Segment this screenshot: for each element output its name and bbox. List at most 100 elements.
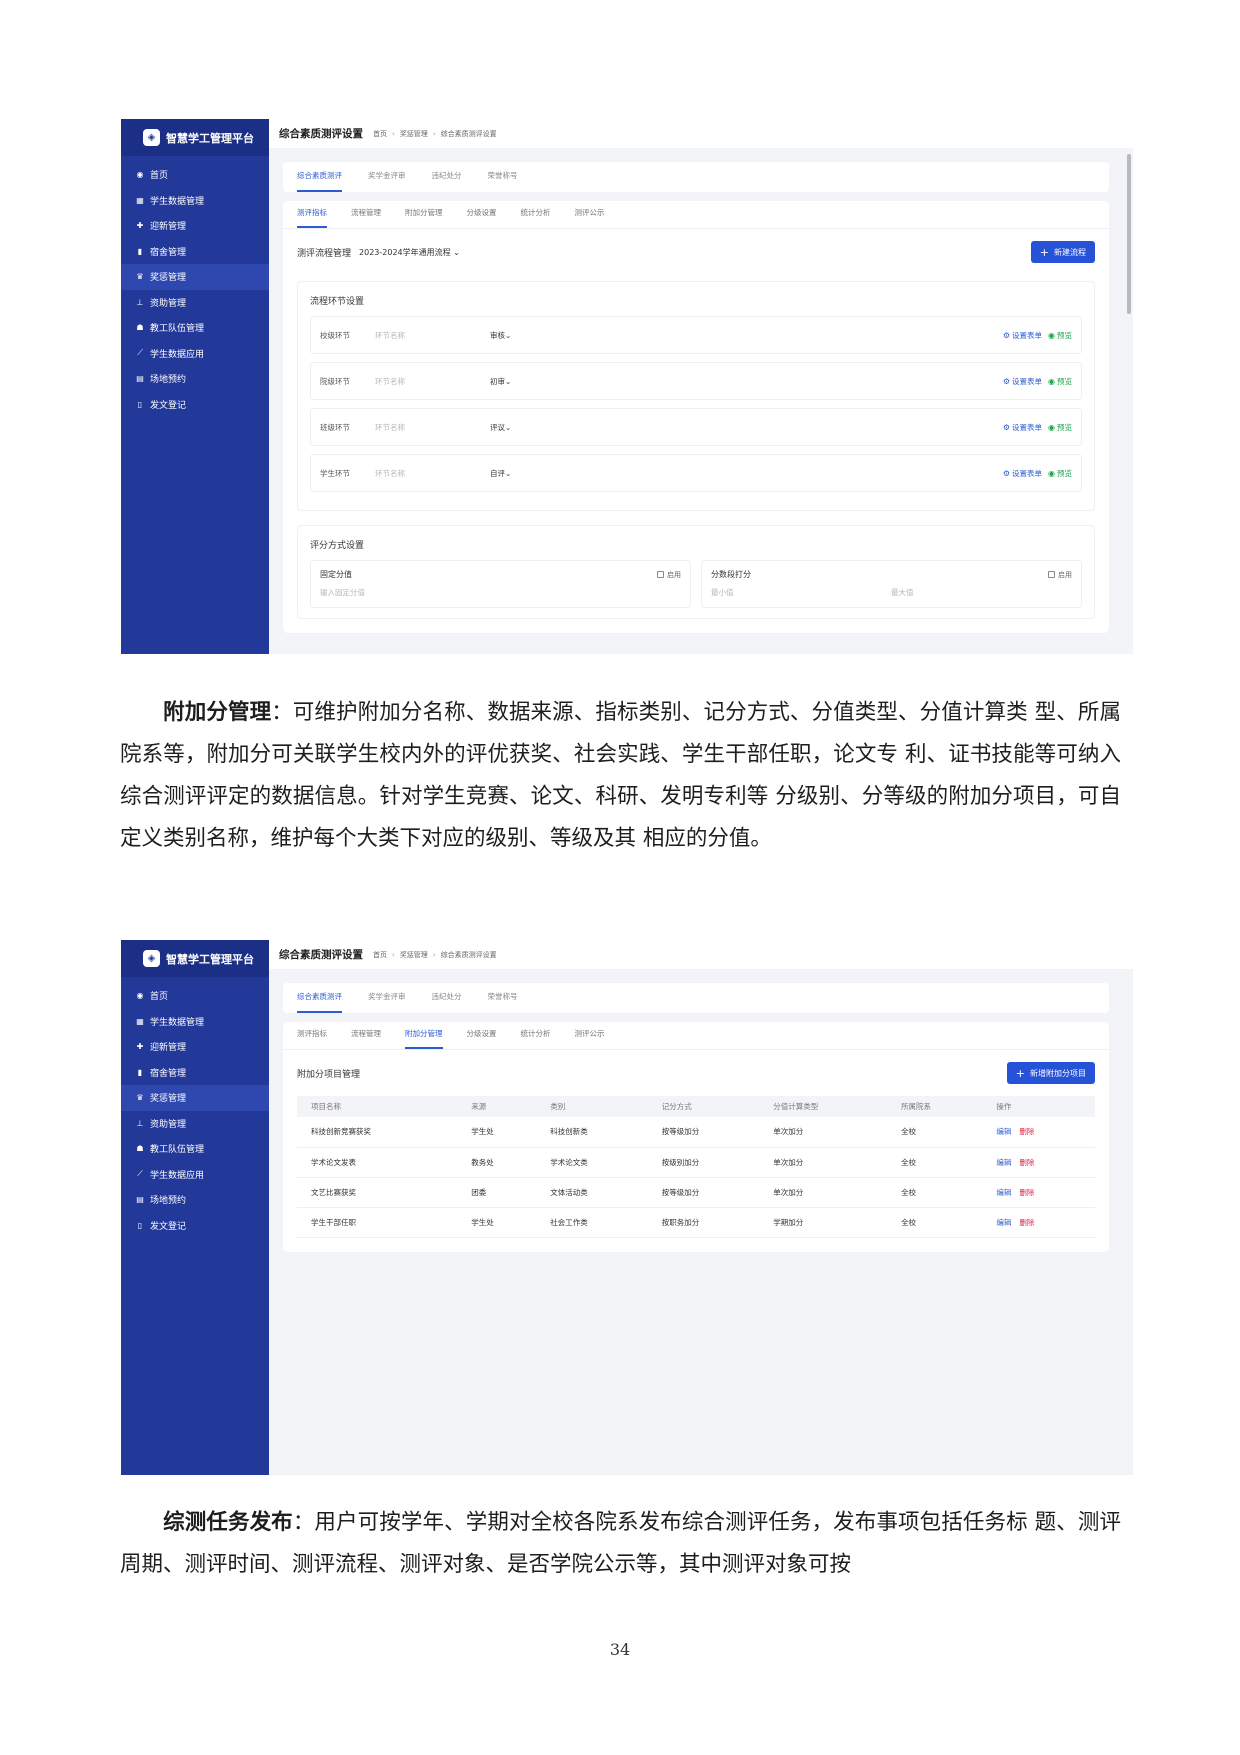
preview-link[interactable]: ◉ 预览 [1048,330,1072,341]
tab-scholarship[interactable]: 奖学金评审 [368,991,406,1013]
breadcrumb-item[interactable]: 首页 [373,950,387,960]
new-flow-button[interactable]: + 新建流程 [1030,241,1095,263]
tab-comprehensive-eval[interactable]: 综合素质测评 [297,170,342,192]
team-icon: ☗ [136,323,144,333]
stage-name: 院级环节 [320,376,350,386]
enable-checkbox[interactable]: 启用 [657,569,681,580]
award-icon: ♛ [136,1093,144,1103]
sidebar-item[interactable]: ✚ 迎新管理 [121,213,269,239]
plus-icon: + [1015,1066,1025,1080]
sidebar-item[interactable]: ▮ 宿舍管理 [121,239,269,265]
sidebar-item[interactable]: ✚ 迎新管理 [121,1034,269,1060]
sidebar-item[interactable]: ▦ 学生数据管理 [121,1009,269,1035]
enable-label: 启用 [667,570,681,579]
sidebar-item[interactable]: ♛ 奖惩管理 [121,1085,269,1111]
subtab-grading[interactable]: 分级设置 [467,1028,497,1049]
enable-checkbox[interactable]: 启用 [1048,569,1072,580]
subtab-indicators[interactable]: 测评指标 [297,1028,327,1049]
subtab-bonus[interactable]: 附加分管理 [405,207,443,228]
delete-link[interactable]: 删除 [1019,1158,1034,1167]
subtab-stats[interactable]: 统计分析 [521,1028,551,1049]
add-bonus-button[interactable]: + 新增附加分项目 [1006,1062,1095,1084]
column-header: 分值计算类型 [759,1096,888,1117]
sidebar-item[interactable]: ▤ 场地预约 [121,1187,269,1213]
tab-honor[interactable]: 荣誉称号 [488,170,518,192]
set-form-link[interactable]: ⚙ 设置表单 [1003,422,1042,433]
gear-icon: ⚙ [1002,330,1011,340]
stage-type-select[interactable]: 审核⌄ [490,330,511,341]
sidebar-item[interactable]: ⊥ 资助管理 [121,290,269,316]
stage-name-input[interactable]: 环节名称 [375,330,490,341]
breadcrumb-item[interactable]: 奖惩管理 [400,950,428,960]
preview-link[interactable]: ◉ 预览 [1048,422,1072,433]
sidebar-item[interactable]: ⟋ 学生数据应用 [121,341,269,367]
set-form-link[interactable]: ⚙ 设置表单 [1003,330,1042,341]
table-header: 项目名称 来源 类别 记分方式 分值计算类型 所属院系 操作 [297,1096,1095,1117]
sidebar-item[interactable]: ▯ 发文登记 [121,1213,269,1239]
page-number: 34 [609,1640,631,1659]
sub-tabs: 测评指标 流程管理 附加分管理 分级设置 统计分析 测评公示 [283,1022,1109,1050]
sidebar-item-label: 学生数据管理 [150,1017,205,1028]
stage-type-select[interactable]: 自评⌄ [490,468,511,479]
max-value-input[interactable]: 最大值 [891,587,1071,598]
delete-link[interactable]: 删除 [1019,1127,1034,1136]
subtab-flow[interactable]: 流程管理 [351,1028,381,1049]
edit-link[interactable]: 编辑 [996,1127,1011,1136]
tab-discipline[interactable]: 违纪处分 [432,991,462,1013]
set-form-link[interactable]: ⚙ 设置表单 [1003,468,1042,479]
fixed-score-input[interactable]: 输入固定分值 [320,587,500,598]
vertical-scrollbar[interactable] [1127,154,1131,314]
stage-name-input[interactable]: 环节名称 [375,376,490,387]
sidebar-item[interactable]: ⊥ 资助管理 [121,1111,269,1137]
score-card-title: 固定分值 [320,570,352,579]
sidebar-item[interactable]: ♛ 奖惩管理 [121,264,269,290]
table-cell: 学期加分 [759,1207,888,1238]
tab-honor[interactable]: 荣誉称号 [488,991,518,1013]
subtab-stats[interactable]: 统计分析 [521,207,551,228]
column-header: 操作 [982,1096,1095,1117]
edit-link[interactable]: 编辑 [996,1158,1011,1167]
sidebar-item[interactable]: ◉ 首页 [121,162,269,188]
breadcrumb-item[interactable]: 首页 [373,129,387,139]
subtab-publicity[interactable]: 测评公示 [575,1028,605,1049]
sidebar-item-label: 奖惩管理 [150,273,187,284]
tab-comprehensive-eval[interactable]: 综合素质测评 [297,991,342,1013]
flow-select[interactable]: 2023-2024学年通用流程 ⌄ [359,247,460,258]
subtab-flow[interactable]: 流程管理 [351,207,381,228]
aid-icon: ⊥ [136,1118,144,1128]
set-form-link[interactable]: ⚙ 设置表单 [1003,376,1042,387]
stage-name-input[interactable]: 环节名称 [375,422,490,433]
tab-discipline[interactable]: 违纪处分 [432,170,462,192]
sidebar-item[interactable]: ▯ 发文登记 [121,392,269,418]
subtab-bonus[interactable]: 附加分管理 [405,1028,443,1049]
top-tabs: 综合素质测评 奖学金评审 违纪处分 荣誉称号 [283,162,1109,192]
sidebar-item[interactable]: ▤ 场地预约 [121,366,269,392]
stage-type-value: 评议 [490,422,505,432]
delete-link[interactable]: 删除 [1019,1218,1034,1227]
subtab-publicity[interactable]: 测评公示 [575,207,605,228]
sidebar-item[interactable]: ☗ 教工队伍管理 [121,1136,269,1162]
preview-link[interactable]: ◉ 预览 [1048,376,1072,387]
subtab-grading[interactable]: 分级设置 [467,207,497,228]
delete-link[interactable]: 删除 [1019,1188,1034,1197]
table-cell: 全校 [887,1177,983,1208]
sidebar-item[interactable]: ▮ 宿舍管理 [121,1060,269,1086]
edit-link[interactable]: 编辑 [996,1218,1011,1227]
min-value-input[interactable]: 最小值 [711,587,891,598]
stage-type-select[interactable]: 初审⌄ [490,376,511,387]
stage-type-value: 自评 [490,468,505,478]
subtab-indicators[interactable]: 测评指标 [297,207,327,228]
breadcrumb-item[interactable]: 奖惩管理 [400,129,428,139]
sidebar-item[interactable]: ▦ 学生数据管理 [121,188,269,214]
set-form-label: 设置表单 [1012,330,1043,340]
sidebar-item[interactable]: ☗ 教工队伍管理 [121,315,269,341]
sidebar-item[interactable]: ⟋ 学生数据应用 [121,1162,269,1188]
stage-name: 学生环节 [320,468,350,478]
tab-scholarship[interactable]: 奖学金评审 [368,170,406,192]
edit-link[interactable]: 编辑 [996,1188,1011,1197]
stage-type-select[interactable]: 评议⌄ [490,422,511,433]
preview-link[interactable]: ◉ 预览 [1048,468,1072,479]
stage-name-input[interactable]: 环节名称 [375,468,490,479]
sidebar-item[interactable]: ◉ 首页 [121,983,269,1009]
main-content: 综合素质测评 奖学金评审 违纪处分 荣誉称号 测评指标 流程管理 附加分管理 分… [269,969,1133,1475]
